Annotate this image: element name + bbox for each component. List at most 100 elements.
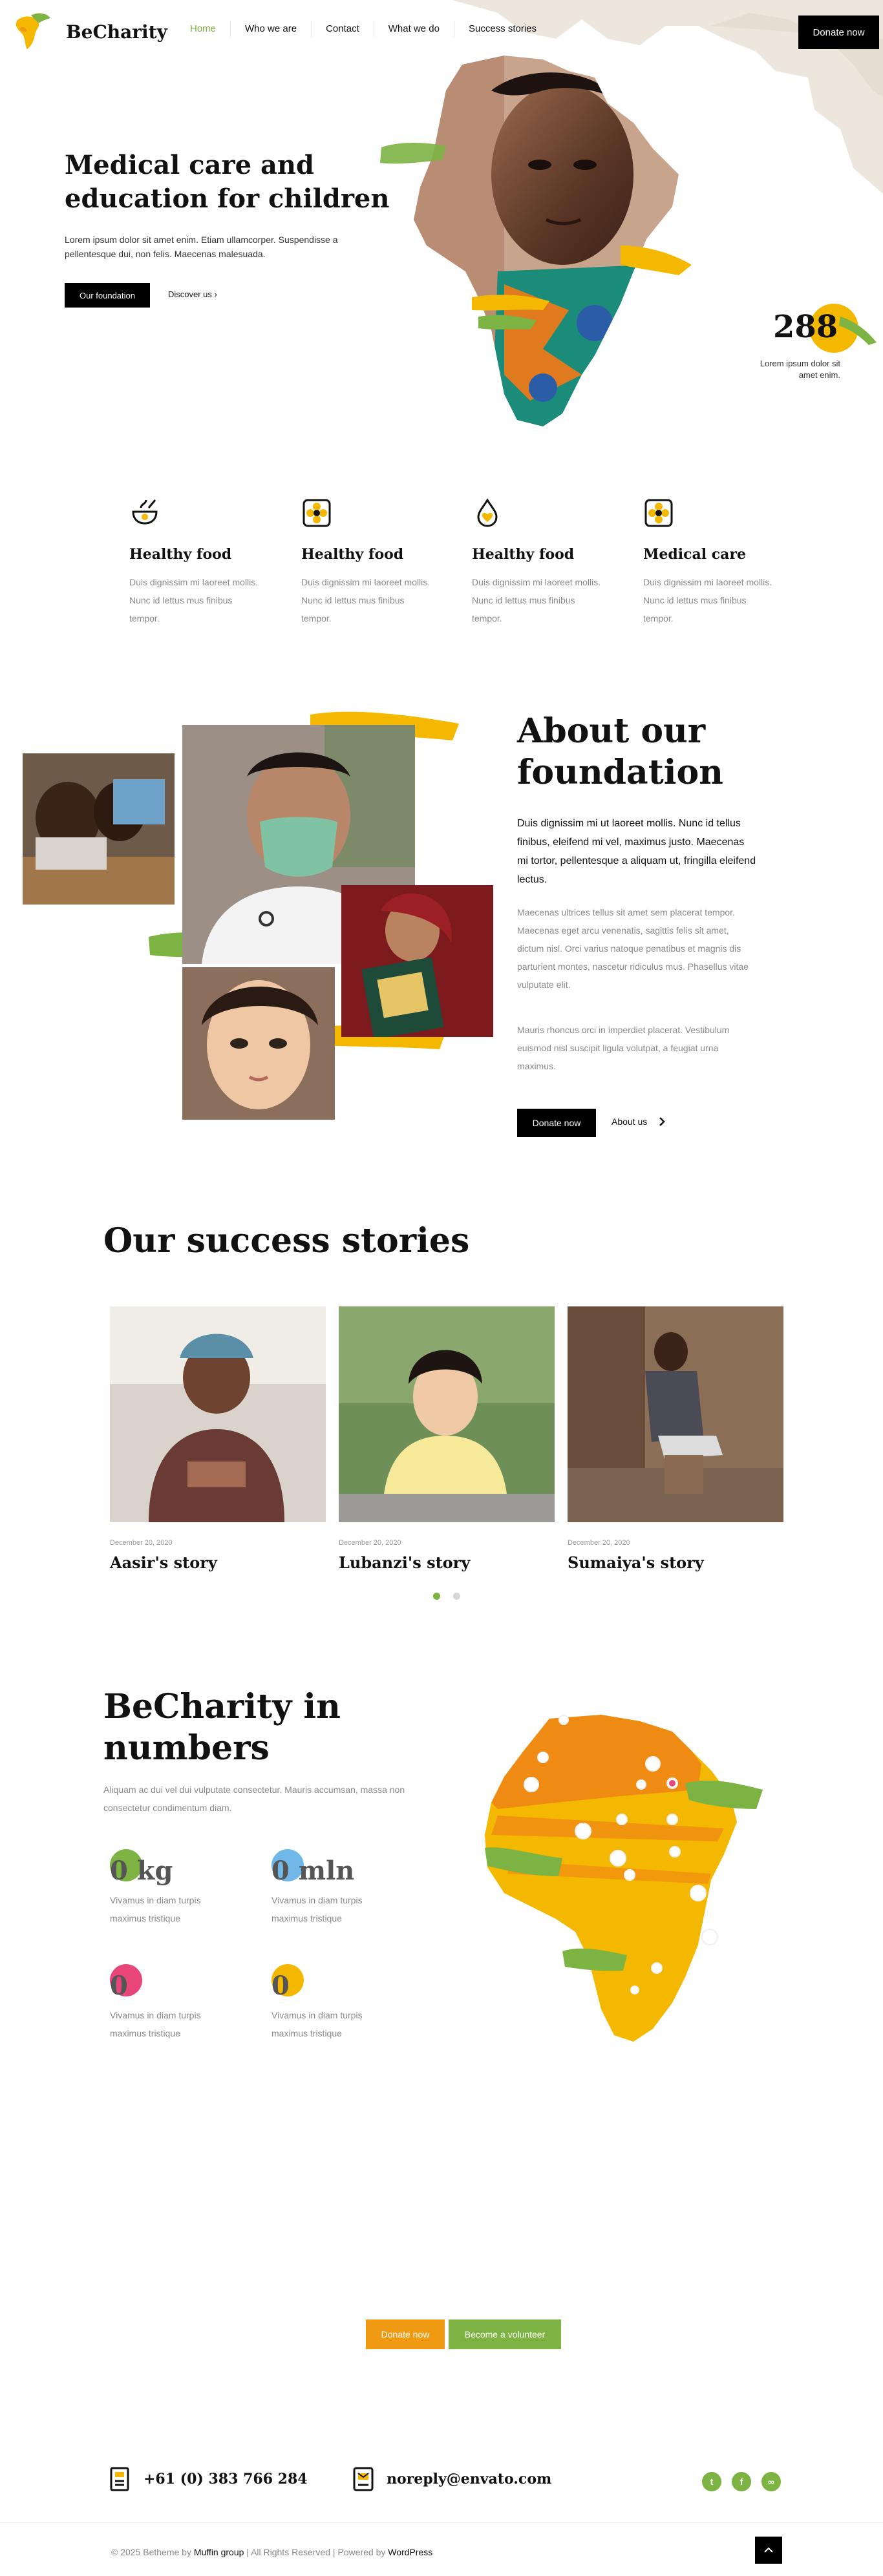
header-donate-button[interactable]: Donate now [798, 16, 879, 49]
footer-prefix: © 2025 Betheme by [111, 2547, 194, 2557]
nav-item-contact[interactable]: Contact [312, 21, 374, 37]
pagination-dot-active[interactable] [433, 1593, 440, 1600]
drop-heart-icon [477, 498, 498, 527]
chevron-right-icon [659, 1117, 666, 1126]
flower-badge-icon [303, 499, 331, 527]
story-card[interactable]: December 20, 2020 Sumaiya's story [568, 1306, 783, 1572]
stories-pagination [433, 1593, 460, 1600]
stat-value: 0 kg [110, 1856, 173, 1886]
stories-title: Our success stories [103, 1221, 470, 1261]
hero-stat-text: Lorem ipsum dolor sit amet enim. [760, 359, 840, 380]
feature-title: Medical care [643, 546, 746, 563]
footer-copyright: © 2025 Betheme by Muffin group | All Rig… [111, 2547, 432, 2557]
chevron-up-icon [764, 2547, 773, 2553]
discover-us-link[interactable]: Discover us › [168, 289, 217, 299]
story-card[interactable]: December 20, 2020 Lubanzi's story [339, 1306, 555, 1572]
numbers-text: Aliquam ac dui vel dui vulputate consect… [103, 1785, 405, 1813]
main-nav: Home Who we are Contact What we do Succe… [176, 21, 551, 37]
stat-caption: Vivamus in diam turpis maximus tristique [271, 2010, 363, 2038]
about-photo-girl-reading [341, 885, 493, 1037]
about-photo-girl-portrait [182, 967, 335, 1120]
feature-item: Healthy food Duis dignissim mi laoreet m… [472, 497, 601, 627]
story-name[interactable]: Lubanzi's story [339, 1553, 555, 1572]
chevron-right-icon: › [214, 289, 217, 299]
numbers-title-line2: numbers [103, 1728, 270, 1768]
story-image-aasir[interactable] [110, 1306, 326, 1522]
mail-icon [353, 2467, 374, 2491]
feature-item: Medical care Duis dignissim mi laoreet m… [643, 497, 772, 627]
back-to-top-button[interactable] [755, 2537, 782, 2564]
stat-value: 0 mln [271, 1856, 355, 1886]
number-stat: 0 mln Vivamus in diam turpis maximus tri… [271, 1849, 401, 1927]
stat-caption: Vivamus in diam turpis maximus tristique [110, 2010, 201, 2038]
hero-africa-child-image [380, 56, 692, 426]
story-image-lubanzi[interactable] [339, 1306, 555, 1522]
our-foundation-button[interactable]: Our foundation [65, 283, 150, 308]
story-name[interactable]: Aasir's story [110, 1553, 326, 1572]
logo[interactable]: BeCharity [12, 9, 167, 54]
numbers-title: BeCharity in numbers [103, 1686, 341, 1769]
about-title-line1: About our [517, 711, 706, 751]
phone-book-icon [110, 2467, 129, 2491]
food-bowl-icon [132, 499, 158, 525]
number-stat: 0 Vivamus in diam turpis maximus tristiq… [271, 1964, 401, 2042]
facebook-icon[interactable]: f [732, 2472, 751, 2491]
about-title: About our foundation [517, 711, 723, 793]
about-title-line2: foundation [517, 753, 723, 792]
footer-divider [0, 2522, 883, 2523]
twitter-icon[interactable]: t [702, 2472, 721, 2491]
stat-value: 0 [271, 1971, 290, 2001]
stat-caption: Vivamus in diam turpis maximus tristique [110, 1895, 201, 1923]
phone-number[interactable]: +61 (0) 383 766 284 [144, 2471, 308, 2487]
about-photo-children-desk [23, 753, 175, 905]
feature-title: Healthy food [301, 546, 404, 563]
hero-title-line2: education for children [65, 183, 390, 214]
brand-name: BeCharity [66, 21, 167, 43]
footer-platform-link[interactable]: WordPress [388, 2547, 432, 2557]
feature-item: Healthy food Duis dignissim mi laoreet m… [129, 497, 259, 627]
footer-company-link[interactable]: Muffin group [194, 2547, 244, 2557]
number-stat: 0 Vivamus in diam turpis maximus tristiq… [110, 1964, 239, 2042]
feature-text: Duis dignissim mi laoreet mollis. Nunc i… [643, 577, 772, 623]
stat-caption: Vivamus in diam turpis maximus tristique [271, 1895, 363, 1923]
nav-item-home[interactable]: Home [176, 21, 231, 37]
cta-donate-button[interactable]: Donate now [366, 2319, 445, 2349]
about-paragraph-1: Maecenas ultrices tellus sit amet sem pl… [517, 907, 749, 990]
feature-title: Healthy food [472, 546, 575, 563]
flower-badge-icon [644, 499, 673, 527]
about-lead: Duis dignissim mi ut laoreet mollis. Nun… [517, 818, 756, 885]
numbers-title-line1: BeCharity in [103, 1687, 341, 1726]
about-us-label: About us [612, 1116, 648, 1127]
contact-phone: +61 (0) 383 766 284 [109, 2467, 308, 2491]
feature-text: Duis dignissim mi laoreet mollis. Nunc i… [129, 577, 259, 623]
number-stat: 0 kg Vivamus in diam turpis maximus tris… [110, 1849, 239, 1927]
pagination-dot[interactable] [453, 1593, 460, 1600]
story-date: December 20, 2020 [110, 1539, 173, 1547]
story-date: December 20, 2020 [568, 1539, 630, 1547]
tripadvisor-icon[interactable]: ∞ [761, 2472, 781, 2491]
cta-volunteer-button[interactable]: Become a volunteer [449, 2319, 561, 2349]
hero-stat-value: 288 [773, 309, 838, 345]
nav-item-who-we-are[interactable]: Who we are [231, 21, 312, 37]
hero-title-line1: Medical care and [65, 150, 314, 180]
nav-item-what-we-do[interactable]: What we do [374, 21, 454, 37]
stat-value: 0 [110, 1971, 128, 2001]
story-image-sumaiya[interactable] [568, 1306, 783, 1522]
story-card[interactable]: December 20, 2020 Aasir's story [110, 1306, 326, 1572]
contact-email: noreply@envato.com [352, 2467, 551, 2491]
about-us-link[interactable]: About us [612, 1116, 666, 1127]
feature-title: Healthy food [129, 546, 232, 563]
feature-item: Healthy food Duis dignissim mi laoreet m… [301, 497, 431, 627]
logo-icon [16, 13, 50, 50]
email-address[interactable]: noreply@envato.com [387, 2471, 551, 2487]
nav-item-success-stories[interactable]: Success stories [454, 21, 551, 37]
footer-middle: | All Rights Reserved | Powered by [244, 2547, 388, 2557]
africa-projects-map [485, 1715, 763, 2042]
story-name[interactable]: Sumaiya's story [568, 1553, 783, 1572]
story-date: December 20, 2020 [339, 1539, 401, 1547]
discover-us-label: Discover us [168, 289, 212, 299]
about-donate-button[interactable]: Donate now [517, 1109, 596, 1137]
feature-text: Duis dignissim mi laoreet mollis. Nunc i… [472, 577, 601, 623]
feature-text: Duis dignissim mi laoreet mollis. Nunc i… [301, 577, 431, 623]
hero-text: Lorem ipsum dolor sit amet enim. Etiam u… [65, 235, 338, 259]
